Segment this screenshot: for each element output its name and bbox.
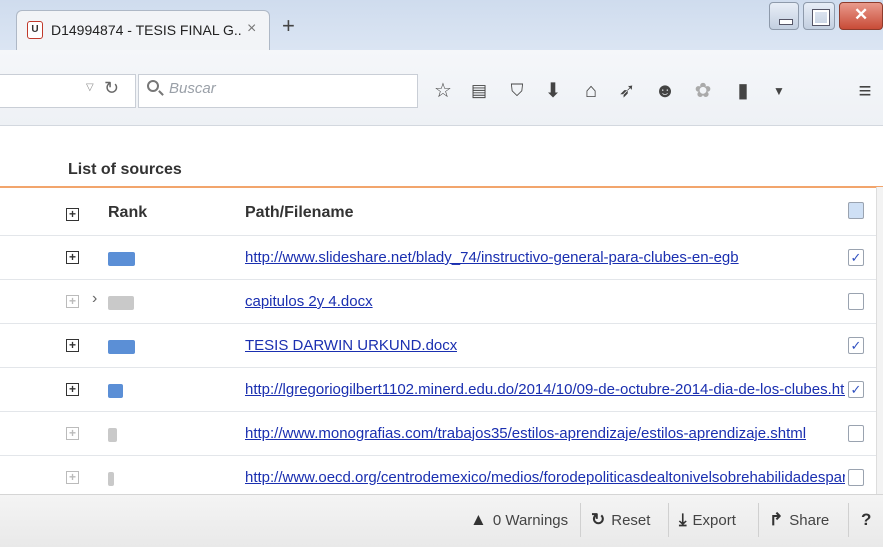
minimize-button[interactable] [769, 2, 799, 30]
source-checkbox[interactable] [848, 293, 864, 310]
search-input[interactable] [169, 80, 409, 97]
reset-button[interactable]: ↻ Reset [580, 503, 650, 537]
source-path-link[interactable]: http://lgregoriogilbert1102.minerd.edu.d… [245, 381, 845, 398]
extension-icon[interactable]: ✿ [690, 76, 716, 106]
source-row[interactable]: + http://www.monografias.com/trabajos35/e… [0, 411, 876, 455]
share-button[interactable]: ↱ Share [758, 503, 829, 537]
path-column-header[interactable]: Path/Filename [245, 204, 353, 222]
vertical-scrollbar[interactable] [876, 187, 883, 494]
maximize-button[interactable] [803, 2, 835, 30]
chat-icon[interactable]: ☻ [652, 76, 678, 106]
warnings-button[interactable]: ▲ 0 Warnings [460, 503, 568, 537]
browser-toolbar: ▽ ↻ ☆ ▤ ⛉ ⬇ ⌂ ➶ ☻ ✿ ▮ ▼ ≡ [0, 50, 883, 126]
menu-icon[interactable]: ≡ [852, 76, 878, 106]
source-path-link[interactable]: http://www.monografias.com/trabajos35/es… [245, 425, 806, 442]
title-divider [0, 186, 883, 188]
help-icon: ? [861, 510, 872, 529]
share-icon: ↱ [769, 510, 784, 529]
search-box[interactable] [138, 74, 418, 108]
warning-icon: ▲ [470, 510, 487, 529]
expand-row-icon[interactable]: + [66, 295, 79, 308]
send-icon[interactable]: ➶ [614, 76, 640, 106]
expand-row-icon[interactable]: + [66, 427, 79, 440]
expand-row-icon[interactable]: + [66, 471, 79, 484]
rank-indicator [108, 252, 135, 266]
source-path-link[interactable]: http://www.slideshare.net/blady_74/instr… [245, 249, 739, 266]
source-checkbox[interactable]: ✓ [848, 381, 864, 398]
sources-title: List of sources [68, 161, 182, 178]
download-icon[interactable]: ⬇ [540, 76, 566, 106]
source-row[interactable]: + http://www.slideshare.net/blady_74/inst… [0, 235, 876, 279]
close-window-button[interactable] [839, 2, 883, 30]
export-button[interactable]: ⤓ Export [668, 503, 736, 537]
reading-list-icon[interactable]: ▤ [466, 76, 492, 106]
tab-close-icon[interactable]: × [247, 20, 256, 38]
export-label: Export [692, 512, 736, 529]
source-row[interactable]: + › capitulos 2y 4.docx [0, 279, 876, 323]
battery-icon[interactable]: ▮ [730, 76, 756, 106]
dropdown-icon[interactable]: ▼ [766, 76, 792, 106]
expand-row-icon[interactable]: + [66, 339, 79, 352]
warnings-label: 0 Warnings [492, 512, 569, 529]
reload-icon[interactable]: ↻ [104, 78, 119, 99]
expand-all-icon[interactable]: + [66, 208, 79, 221]
source-checkbox[interactable] [848, 425, 864, 442]
new-tab-button[interactable]: + [282, 15, 295, 37]
chevron-right-icon: › [92, 290, 98, 307]
url-bar[interactable]: ▽ ↻ [0, 74, 136, 108]
urkund-favicon-icon: U [27, 21, 43, 39]
source-path-link[interactable]: TESIS DARWIN URKUND.docx [245, 337, 457, 354]
export-icon: ⤓ [679, 510, 687, 529]
tab-title: D14994874 - TESIS FINAL G... [51, 22, 241, 38]
source-row[interactable]: + TESIS DARWIN URKUND.docx ✓ [0, 323, 876, 367]
source-path-link[interactable]: http://www.oecd.org/centrodemexico/medio… [245, 469, 845, 486]
expand-row-icon[interactable]: + [66, 251, 79, 264]
help-button[interactable]: ? [848, 503, 877, 537]
history-dropdown-icon[interactable]: ▽ [86, 82, 94, 93]
sources-panel: List of sources + Rank Path/Filename + ht… [0, 127, 883, 494]
select-all-checkbox[interactable] [848, 202, 864, 219]
home-icon[interactable]: ⌂ [578, 76, 604, 106]
rank-indicator [108, 428, 117, 442]
source-row[interactable]: + http://lgregoriogilbert1102.minerd.edu.… [0, 367, 876, 411]
reset-label: Reset [611, 512, 651, 529]
rank-column-header[interactable]: Rank [108, 204, 147, 222]
browser-titlebar: U D14994874 - TESIS FINAL G... × + [0, 0, 883, 50]
source-row[interactable]: + http://www.oecd.org/centrodemexico/medi… [0, 455, 876, 499]
source-checkbox[interactable]: ✓ [848, 249, 864, 266]
star-icon[interactable]: ☆ [430, 76, 456, 106]
reset-icon: ↻ [591, 510, 606, 529]
rank-indicator [108, 340, 135, 354]
pocket-icon[interactable]: ⛉ [504, 76, 530, 106]
rank-indicator [108, 384, 123, 398]
source-checkbox[interactable]: ✓ [848, 337, 864, 354]
expand-row-icon[interactable]: + [66, 383, 79, 396]
share-label: Share [789, 512, 830, 529]
search-icon [147, 80, 159, 92]
browser-tab[interactable]: U D14994874 - TESIS FINAL G... × [16, 10, 270, 50]
source-path-link[interactable]: capitulos 2y 4.docx [245, 293, 373, 310]
source-checkbox[interactable] [848, 469, 864, 486]
rank-indicator [108, 472, 114, 486]
rank-indicator [108, 296, 134, 310]
footer-toolbar: ▲ 0 Warnings ↻ Reset ⤓ Export ↱ Share ? [0, 494, 883, 547]
